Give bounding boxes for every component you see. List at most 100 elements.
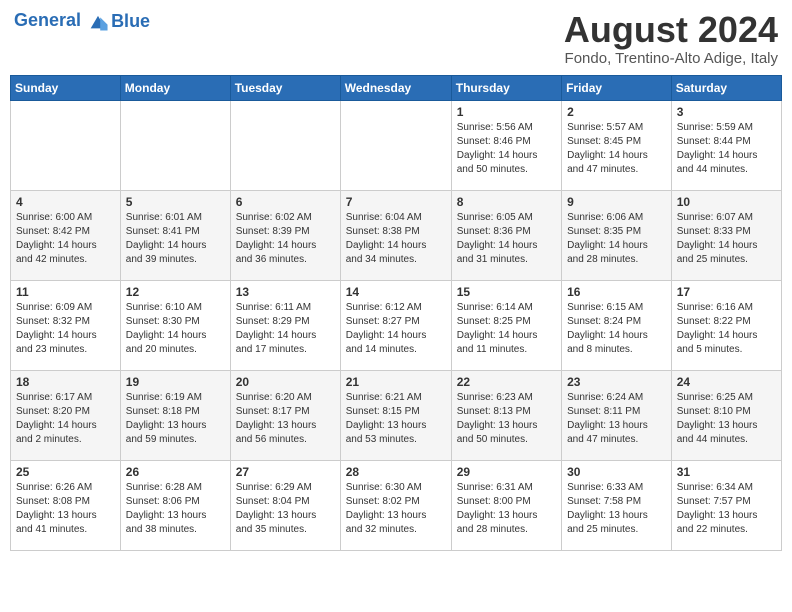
day-detail: Sunrise: 6:31 AMSunset: 8:00 PMDaylight:… [457, 481, 556, 537]
day-detail: Sunrise: 6:02 AMSunset: 8:39 PMDaylight:… [236, 211, 335, 267]
calendar-cell: 22 Sunrise: 6:23 AMSunset: 8:13 PMDayligh… [451, 370, 561, 460]
day-number: 3 [677, 105, 776, 119]
day-detail: Sunrise: 6:00 AMSunset: 8:42 PMDaylight:… [16, 211, 115, 267]
day-detail: Sunrise: 5:59 AMSunset: 8:44 PMDaylight:… [677, 121, 776, 177]
calendar-cell: 28 Sunrise: 6:30 AMSunset: 8:02 PMDayligh… [340, 460, 451, 550]
calendar-cell: 4 Sunrise: 6:00 AMSunset: 8:42 PMDaylight… [11, 190, 121, 280]
day-number: 15 [457, 285, 556, 299]
day-number: 12 [126, 285, 225, 299]
day-detail: Sunrise: 6:23 AMSunset: 8:13 PMDaylight:… [457, 391, 556, 447]
day-detail: Sunrise: 5:57 AMSunset: 8:45 PMDaylight:… [567, 121, 666, 177]
day-number: 11 [16, 285, 115, 299]
calendar-cell: 6 Sunrise: 6:02 AMSunset: 8:39 PMDaylight… [230, 190, 340, 280]
day-detail: Sunrise: 6:24 AMSunset: 8:11 PMDaylight:… [567, 391, 666, 447]
day-detail: Sunrise: 6:17 AMSunset: 8:20 PMDaylight:… [16, 391, 115, 447]
calendar-cell [11, 100, 121, 190]
day-number: 4 [16, 195, 115, 209]
calendar-cell: 31Sunrise: 6:34 AMSunset: 7:57 PMDayligh… [671, 460, 781, 550]
day-detail: Sunrise: 6:21 AMSunset: 8:15 PMDaylight:… [346, 391, 446, 447]
day-detail: Sunrise: 6:34 AMSunset: 7:57 PMDaylight:… [677, 481, 776, 537]
day-detail: Sunrise: 6:30 AMSunset: 8:02 PMDaylight:… [346, 481, 446, 537]
day-detail: Sunrise: 6:11 AMSunset: 8:29 PMDaylight:… [236, 301, 335, 357]
page-header: General Blue August 2024 Fondo, Trentino… [10, 10, 782, 67]
day-number: 6 [236, 195, 335, 209]
weekday-header: Saturday [671, 75, 781, 100]
day-detail: Sunrise: 6:01 AMSunset: 8:41 PMDaylight:… [126, 211, 225, 267]
calendar-cell: 25 Sunrise: 6:26 AMSunset: 8:08 PMDayligh… [11, 460, 121, 550]
day-number: 22 [457, 375, 556, 389]
day-number: 7 [346, 195, 446, 209]
day-detail: Sunrise: 6:04 AMSunset: 8:38 PMDaylight:… [346, 211, 446, 267]
day-number: 16 [567, 285, 666, 299]
calendar-cell [120, 100, 230, 190]
day-detail: Sunrise: 6:06 AMSunset: 8:35 PMDaylight:… [567, 211, 666, 267]
calendar-cell: 27 Sunrise: 6:29 AMSunset: 8:04 PMDayligh… [230, 460, 340, 550]
calendar-cell: 3 Sunrise: 5:59 AMSunset: 8:44 PMDaylight… [671, 100, 781, 190]
day-number: 30 [567, 465, 666, 479]
calendar-cell: 5 Sunrise: 6:01 AMSunset: 8:41 PMDaylight… [120, 190, 230, 280]
calendar-cell: 19 Sunrise: 6:19 AMSunset: 8:18 PMDayligh… [120, 370, 230, 460]
title-block: August 2024 Fondo, Trentino-Alto Adige, … [564, 10, 778, 67]
calendar-cell [340, 100, 451, 190]
calendar-cell: 23 Sunrise: 6:24 AMSunset: 8:11 PMDayligh… [562, 370, 672, 460]
day-detail: Sunrise: 6:19 AMSunset: 8:18 PMDaylight:… [126, 391, 225, 447]
day-number: 13 [236, 285, 335, 299]
day-number: 17 [677, 285, 776, 299]
calendar-cell: 13 Sunrise: 6:11 AMSunset: 8:29 PMDayligh… [230, 280, 340, 370]
day-detail: Sunrise: 6:05 AMSunset: 8:36 PMDaylight:… [457, 211, 556, 267]
day-number: 25 [16, 465, 115, 479]
calendar-cell: 8 Sunrise: 6:05 AMSunset: 8:36 PMDaylight… [451, 190, 561, 280]
day-detail: Sunrise: 6:10 AMSunset: 8:30 PMDaylight:… [126, 301, 225, 357]
day-number: 10 [677, 195, 776, 209]
day-number: 29 [457, 465, 556, 479]
calendar-week-row: 18 Sunrise: 6:17 AMSunset: 8:20 PMDayligh… [11, 370, 782, 460]
day-number: 9 [567, 195, 666, 209]
day-number: 8 [457, 195, 556, 209]
day-detail: Sunrise: 6:26 AMSunset: 8:08 PMDaylight:… [16, 481, 115, 537]
logo-general: General [14, 10, 81, 30]
day-number: 23 [567, 375, 666, 389]
calendar-cell: 17 Sunrise: 6:16 AMSunset: 8:22 PMDayligh… [671, 280, 781, 370]
month-year-title: August 2024 [564, 10, 778, 50]
calendar-cell: 26Sunrise: 6:28 AMSunset: 8:06 PMDayligh… [120, 460, 230, 550]
calendar-cell: 20Sunrise: 6:20 AMSunset: 8:17 PMDayligh… [230, 370, 340, 460]
calendar-table: SundayMondayTuesdayWednesdayThursdayFrid… [10, 75, 782, 551]
day-number: 26 [126, 465, 225, 479]
day-detail: Sunrise: 6:16 AMSunset: 8:22 PMDaylight:… [677, 301, 776, 357]
day-number: 28 [346, 465, 446, 479]
day-number: 14 [346, 285, 446, 299]
calendar-cell: 15Sunrise: 6:14 AMSunset: 8:25 PMDayligh… [451, 280, 561, 370]
day-detail: Sunrise: 6:15 AMSunset: 8:24 PMDaylight:… [567, 301, 666, 357]
logo-blue: Blue [111, 11, 150, 32]
weekday-header: Thursday [451, 75, 561, 100]
calendar-cell: 16 Sunrise: 6:15 AMSunset: 8:24 PMDayligh… [562, 280, 672, 370]
logo-text: General [14, 10, 109, 32]
day-detail: Sunrise: 6:29 AMSunset: 8:04 PMDaylight:… [236, 481, 335, 537]
day-number: 27 [236, 465, 335, 479]
weekday-header-row: SundayMondayTuesdayWednesdayThursdayFrid… [11, 75, 782, 100]
day-detail: Sunrise: 6:25 AMSunset: 8:10 PMDaylight:… [677, 391, 776, 447]
weekday-header: Sunday [11, 75, 121, 100]
weekday-header: Tuesday [230, 75, 340, 100]
day-number: 20 [236, 375, 335, 389]
day-number: 5 [126, 195, 225, 209]
day-detail: Sunrise: 6:33 AMSunset: 7:58 PMDaylight:… [567, 481, 666, 537]
weekday-header: Friday [562, 75, 672, 100]
day-number: 18 [16, 375, 115, 389]
calendar-week-row: 25 Sunrise: 6:26 AMSunset: 8:08 PMDayligh… [11, 460, 782, 550]
day-number: 21 [346, 375, 446, 389]
calendar-cell: 30 Sunrise: 6:33 AMSunset: 7:58 PMDayligh… [562, 460, 672, 550]
day-detail: Sunrise: 6:09 AMSunset: 8:32 PMDaylight:… [16, 301, 115, 357]
day-number: 1 [457, 105, 556, 119]
day-number: 24 [677, 375, 776, 389]
calendar-cell: 9 Sunrise: 6:06 AMSunset: 8:35 PMDaylight… [562, 190, 672, 280]
location-subtitle: Fondo, Trentino-Alto Adige, Italy [564, 50, 778, 67]
logo-icon [87, 10, 109, 32]
calendar-cell [230, 100, 340, 190]
day-detail: Sunrise: 6:12 AMSunset: 8:27 PMDaylight:… [346, 301, 446, 357]
calendar-cell: 2 Sunrise: 5:57 AMSunset: 8:45 PMDaylight… [562, 100, 672, 190]
calendar-cell: 18 Sunrise: 6:17 AMSunset: 8:20 PMDayligh… [11, 370, 121, 460]
calendar-week-row: 4 Sunrise: 6:00 AMSunset: 8:42 PMDaylight… [11, 190, 782, 280]
day-number: 19 [126, 375, 225, 389]
day-number: 2 [567, 105, 666, 119]
